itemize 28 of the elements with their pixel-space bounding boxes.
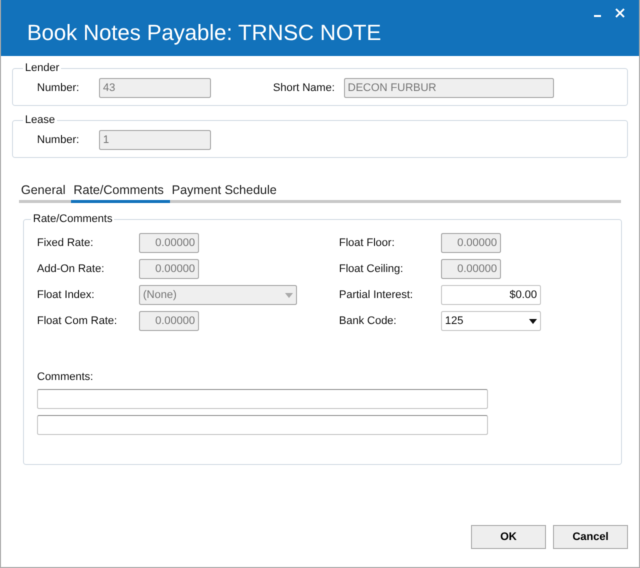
dropdown-caret-icon [529,318,537,324]
input-field[interactable] [37,389,488,409]
tab[interactable]: General [19,180,72,203]
dropdown-field[interactable]: 125 [441,311,541,331]
dropdown-caret-icon [285,292,293,298]
tab[interactable]: Rate/Comments [71,180,170,203]
dialog-button[interactable]: Cancel [553,525,628,549]
field-label: Float Floor: [339,237,396,249]
tab[interactable]: Payment Schedule [170,180,283,203]
input-field[interactable]: $0.00 [441,285,541,305]
group-title: Rate/Comments [32,213,114,225]
field-label: Float Com Rate: [37,315,118,327]
field-label: Number: [37,82,80,94]
group-title: Lender [24,62,60,74]
field-label: Partial Interest: [339,289,414,301]
window-title: Book Notes Payable: TRNSC NOTE [27,20,382,46]
field-label: Comments: [37,371,94,383]
field-label: Float Index: [37,289,96,301]
field-label: Short Name: [273,82,335,94]
input-field[interactable] [37,415,488,435]
field-label: Bank Code: [339,315,398,327]
dialog-button[interactable]: OK [471,525,546,549]
group-title: Lease [24,114,56,126]
field-label: Add-On Rate: [37,263,106,275]
field-label: Float Ceiling: [339,263,404,275]
field-label: Fixed Rate: [37,237,94,249]
field-label: Number: [37,134,80,146]
close-icon[interactable] [615,8,625,18]
